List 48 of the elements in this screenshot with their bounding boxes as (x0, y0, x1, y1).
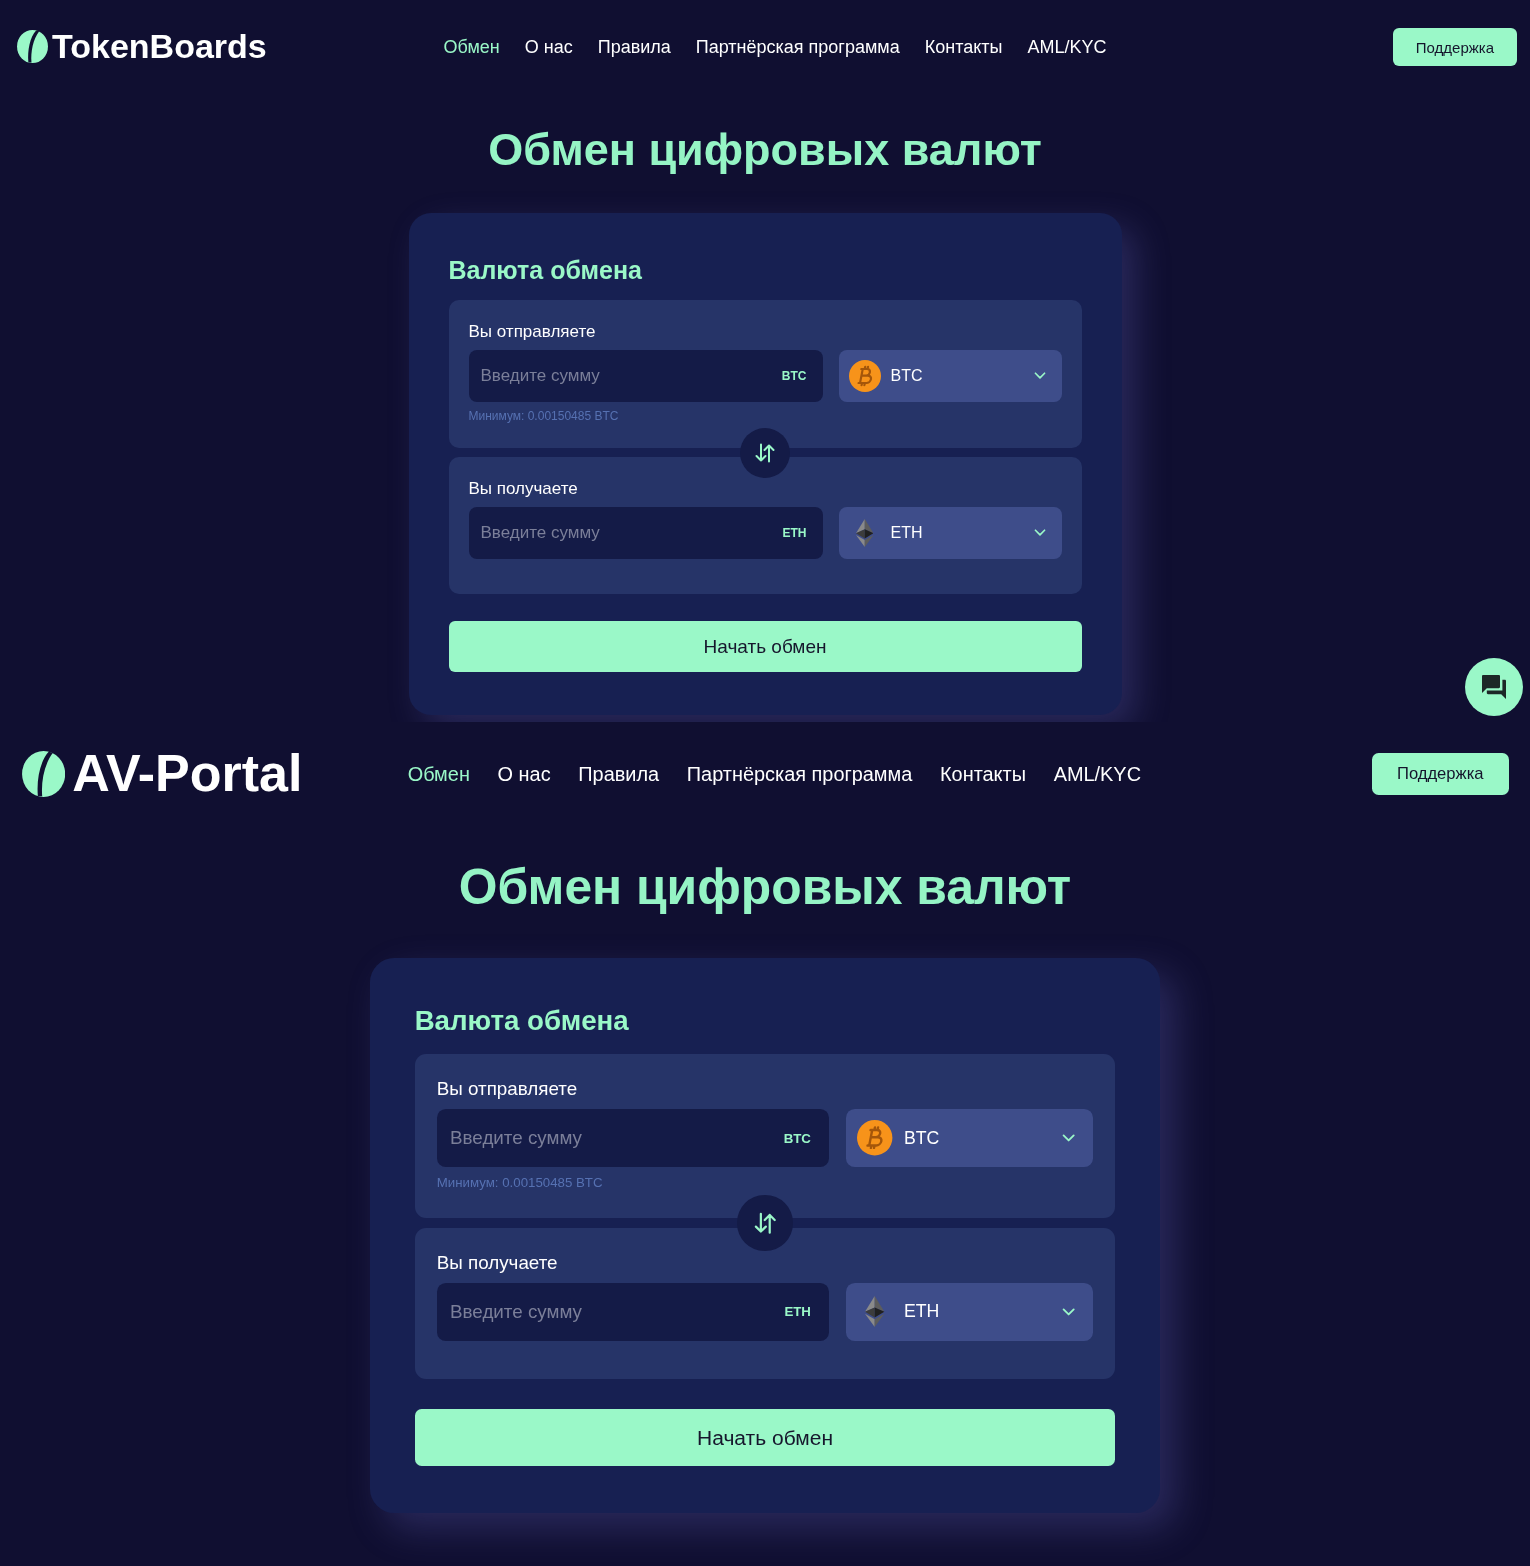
page-title: Обмен цифровых валют (457, 859, 1073, 917)
unit-label: BTC (783, 1130, 811, 1146)
bitcoin-icon (857, 1120, 893, 1156)
nav-link[interactable]: Обмен (443, 36, 500, 58)
nav-link[interactable]: Контакты (924, 36, 1003, 58)
currency-select[interactable]: BTC (838, 350, 1062, 402)
nav-link[interactable]: AML/KYC (1053, 761, 1142, 787)
ethereum-icon (855, 519, 874, 547)
start-exchange-button[interactable]: Начать обмен (448, 621, 1082, 672)
chevron-down-icon (1033, 529, 1046, 537)
nav-link[interactable]: О нас (524, 36, 573, 58)
bitcoin-icon (848, 360, 881, 392)
unit-label: ETH (784, 1304, 811, 1320)
field-label: Вы получаете (468, 478, 579, 500)
minimum-amount: Минимум: 0.00150485 BTC (468, 408, 620, 424)
logo-icon (17, 30, 48, 64)
chat-bubbles-icon (1482, 675, 1506, 699)
card-heading: Валюта обмена (414, 1004, 630, 1039)
unit-label: BTC (781, 369, 807, 383)
field-label: Вы отправляете (468, 321, 597, 343)
chevron-down-icon (1033, 372, 1046, 380)
nav-link[interactable]: Правила (578, 761, 660, 787)
field-label: Вы получаете (436, 1251, 559, 1276)
brand-logo[interactable]: AV-Portal (22, 745, 303, 803)
chat-button[interactable] (1465, 658, 1523, 716)
support-button[interactable]: Поддержка (1392, 28, 1517, 66)
ethereum-icon (865, 1296, 885, 1328)
brand-logo[interactable]: TokenBoards (17, 28, 267, 66)
nav-link[interactable]: Правила (597, 36, 671, 58)
chevron-down-icon (1062, 1307, 1076, 1317)
support-button[interactable]: Поддержка (1371, 753, 1509, 796)
chevron-down-icon (1062, 1134, 1076, 1143)
currency-select[interactable]: ETH (838, 507, 1062, 559)
nav-link[interactable]: AML/KYC (1027, 36, 1107, 58)
currency-select[interactable]: ETH (846, 1283, 1094, 1341)
nav-link[interactable]: Контакты (939, 761, 1026, 787)
logo-icon (22, 751, 66, 797)
start-exchange-button[interactable]: Начать обмен (414, 1409, 1116, 1466)
card-heading: Валюта обмена (448, 255, 643, 286)
page-title: Обмен цифровых валют (487, 124, 1043, 176)
field-label: Вы отправляете (436, 1077, 579, 1102)
nav-link[interactable]: Партнёрская программа (686, 761, 913, 787)
nav-link[interactable]: Обмен (407, 761, 470, 787)
nav-link[interactable]: О нас (497, 761, 551, 787)
nav-link[interactable]: Партнёрская программа (695, 36, 900, 58)
unit-label: ETH (782, 526, 807, 540)
minimum-amount: Минимум: 0.00150485 BTC (436, 1173, 604, 1192)
currency-select[interactable]: BTC (846, 1109, 1094, 1167)
